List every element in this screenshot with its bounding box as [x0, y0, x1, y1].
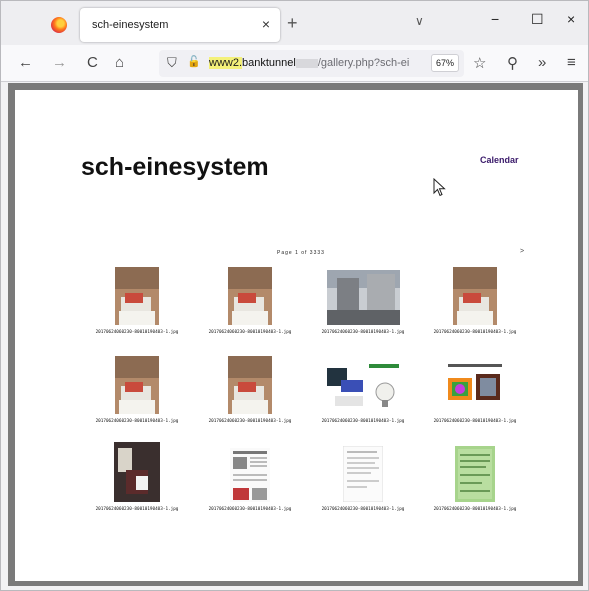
home-icon[interactable]: ⌂: [115, 54, 124, 71]
gallery-caption[interactable]: 20170624060230-80010190403-1.jpg: [308, 419, 418, 424]
gallery-caption[interactable]: 20170624060230-80010190403-1.jpg: [82, 419, 192, 424]
page-title: sch-einesystem: [81, 153, 269, 181]
gallery-caption[interactable]: 20170624060230-80010190403-1.jpg: [420, 330, 530, 335]
gallery-thumbnail[interactable]: [455, 446, 495, 502]
gallery-item[interactable]: 20170624060230-80010190403-1.jpg: [82, 442, 192, 522]
gallery-item[interactable]: 20170624060230-80010190403-1.jpg: [420, 354, 530, 434]
gallery-thumbnail[interactable]: [323, 362, 403, 414]
maximize-button[interactable]: ☐: [531, 11, 544, 28]
web-page: sch-einesystem Calendar Page 1 of 3333 >…: [15, 90, 578, 581]
tab-bar: sch-einesystem × + ∨ − ☐ ×: [1, 1, 588, 45]
tab-close-icon[interactable]: ×: [262, 16, 270, 32]
url-host: banktunnel: [242, 57, 296, 69]
menu-icon[interactable]: ≡: [567, 54, 576, 71]
gallery-caption[interactable]: 20170624060230-80010190403-1.jpg: [420, 419, 530, 424]
firefox-icon: [51, 17, 67, 33]
gallery-caption[interactable]: 20170624060230-80010190403-1.jpg: [195, 419, 305, 424]
gallery-item[interactable]: 20170624060230-80010190403-1.jpg: [82, 265, 192, 345]
list-tabs-icon[interactable]: ∨: [415, 14, 424, 28]
tab-title: sch-einesystem: [92, 19, 169, 31]
gallery-caption[interactable]: 20170624060230-80010190403-1.jpg: [308, 507, 418, 512]
next-page-link[interactable]: >: [520, 248, 524, 255]
gallery-item[interactable]: 20170624060230-80010190403-1.jpg: [308, 354, 418, 434]
url-redacted: [295, 58, 318, 68]
url-bar[interactable]: ⛉ 🔓 www2.banktunnel/gallery.php?sch-ei 6…: [159, 50, 464, 77]
gallery-item[interactable]: 20170624060230-80010190403-1.jpg: [195, 265, 305, 345]
gallery-item[interactable]: 20170624060230-80010190403-1.jpg: [195, 354, 305, 434]
gallery-thumbnail[interactable]: [115, 356, 159, 414]
gallery-caption[interactable]: 20170624060230-80010190403-1.jpg: [195, 330, 305, 335]
gallery-caption[interactable]: 20170624060230-80010190403-1.jpg: [420, 507, 530, 512]
overflow-icon[interactable]: »: [538, 54, 546, 71]
gallery-item[interactable]: 20170624060230-80010190403-1.jpg: [420, 442, 530, 522]
gallery-caption[interactable]: 20170624060230-80010190403-1.jpg: [82, 507, 192, 512]
gallery-thumbnail[interactable]: [453, 267, 497, 325]
gallery-thumbnail[interactable]: [228, 267, 272, 325]
content-viewport: sch-einesystem Calendar Page 1 of 3333 >…: [8, 83, 583, 586]
reload-icon[interactable]: C: [87, 54, 98, 71]
forward-arrow-icon[interactable]: →: [52, 54, 67, 71]
extensions-icon[interactable]: ⚲: [507, 54, 518, 72]
pagination-text: Page 1 of 3333: [277, 250, 325, 256]
tab-active[interactable]: sch-einesystem ×: [80, 8, 280, 42]
gallery-item[interactable]: 20170624060230-80010190403-1.jpg: [82, 354, 192, 434]
gallery-thumbnail[interactable]: [327, 270, 400, 325]
back-arrow-icon[interactable]: ←: [18, 54, 33, 71]
gallery-item[interactable]: 20170624060230-80010190403-1.jpg: [420, 265, 530, 345]
bookmark-star-icon[interactable]: ☆: [473, 54, 486, 72]
gallery-caption[interactable]: 20170624060230-80010190403-1.jpg: [82, 330, 192, 335]
gallery-caption[interactable]: 20170624060230-80010190403-1.jpg: [195, 507, 305, 512]
gallery-thumbnail[interactable]: [230, 448, 270, 502]
nav-bar: ← → C ⌂ ⛉ 🔓 www2.banktunnel/gallery.php?…: [1, 45, 588, 82]
gallery-thumbnail[interactable]: [228, 356, 272, 414]
new-tab-button[interactable]: +: [287, 13, 298, 34]
url-text[interactable]: www2.banktunnel/gallery.php?sch-ei: [209, 57, 409, 69]
gallery-thumbnail[interactable]: [114, 442, 160, 502]
close-button[interactable]: ×: [567, 11, 575, 27]
lock-icon[interactable]: 🔓: [187, 55, 201, 68]
gallery-item[interactable]: 20170624060230-80010190403-1.jpg: [308, 265, 418, 345]
gallery-item[interactable]: 20170624060230-80010190403-1.jpg: [308, 442, 418, 522]
gallery-item[interactable]: 20170624060230-80010190403-1.jpg: [195, 442, 305, 522]
gallery-caption[interactable]: 20170624060230-80010190403-1.jpg: [308, 330, 418, 335]
url-subdomain: www2.: [209, 57, 243, 69]
calendar-link[interactable]: Calendar: [480, 155, 519, 165]
url-path: /gallery.php?sch-ei: [317, 57, 410, 69]
minimize-button[interactable]: −: [491, 11, 499, 27]
zoom-level[interactable]: 67%: [431, 54, 460, 72]
browser-window: sch-einesystem × + ∨ − ☐ × ← → C ⌂ ⛉ 🔓 w…: [0, 0, 589, 591]
shield-icon[interactable]: ⛉: [167, 55, 177, 71]
mouse-cursor-icon: [433, 178, 446, 197]
gallery-thumbnail[interactable]: [440, 362, 510, 414]
gallery-thumbnail[interactable]: [115, 267, 159, 325]
gallery-thumbnail[interactable]: [343, 446, 383, 502]
